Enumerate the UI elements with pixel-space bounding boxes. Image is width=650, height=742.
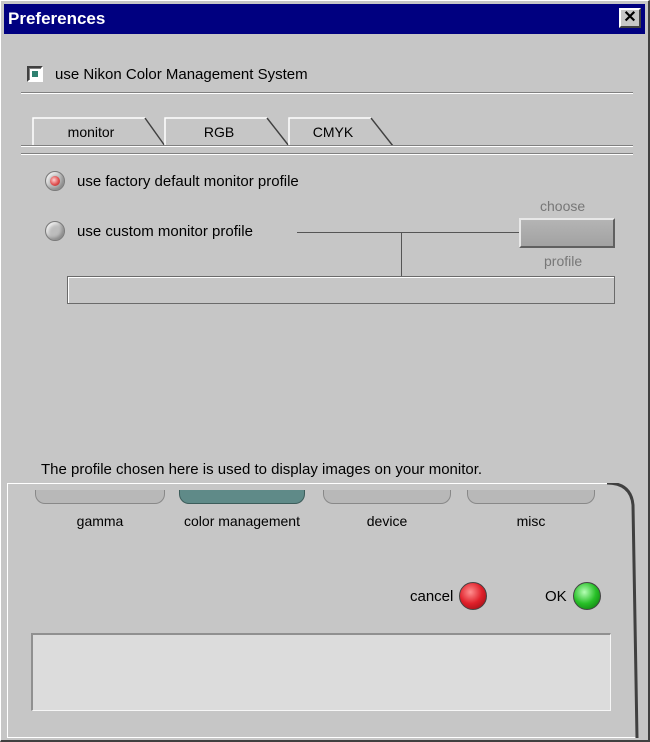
info-box [31,633,611,711]
profile-tabs: monitor RGB CMYK [31,116,631,147]
ok-icon [572,582,601,610]
cancel-label: cancel [410,587,454,605]
panel-tab-misc[interactable] [467,490,595,504]
radio-custom-label: use custom monitor profile [77,222,253,240]
choose-profile-button[interactable] [519,218,615,248]
profile-label: profile [544,253,583,269]
tab-baseline [21,145,633,147]
title-bar[interactable]: Preferences ✕ [4,4,645,34]
radio-factory-profile[interactable]: use factory default monitor profile [45,171,299,191]
tab-baseline-lower [21,153,633,155]
connector-line [297,232,519,233]
tab-rgb[interactable]: RGB [171,116,267,146]
dialog-client: use Nikon Color Management System monito… [7,36,643,738]
close-icon: ✕ [623,9,637,26]
cancel-button[interactable]: cancel [410,582,488,610]
preferences-window: Preferences ✕ use Nikon Color Management… [0,0,650,742]
profile-path-field [67,276,615,304]
panel-tab-color-management[interactable] [179,490,305,504]
ncms-checkbox[interactable] [27,66,43,82]
panel-tab-device[interactable] [323,490,451,504]
ok-label: OK [545,587,567,605]
radio-factory-button[interactable] [45,171,65,191]
connector-stem [401,232,402,276]
choose-label: choose [540,198,586,214]
ncms-label: use Nikon Color Management System [55,65,308,83]
cancel-icon [459,582,488,610]
panel-tab-gamma[interactable] [35,490,165,504]
window-title: Preferences [8,9,106,28]
panel-tab-color-management-label: color management [184,513,300,529]
tab-cmyk-label: CMYK [312,124,354,140]
radio-custom-button[interactable] [45,221,65,241]
tab-cmyk[interactable]: CMYK [293,116,373,146]
hint-text: The profile chosen here is used to displ… [41,461,483,478]
tab-rgb-label: RGB [203,124,235,140]
radio-factory-label: use factory default monitor profile [77,172,299,190]
panel-tab-device-label: device [366,513,408,529]
tab-monitor-label: monitor [67,124,115,140]
panel-tab-gamma-label: gamma [76,513,124,529]
divider [21,92,633,94]
radio-custom-profile[interactable]: use custom monitor profile [45,221,253,241]
ncms-row[interactable]: use Nikon Color Management System [27,64,308,84]
tab-monitor[interactable]: monitor [37,116,145,146]
panel-tab-misc-label: misc [516,513,546,529]
close-button[interactable]: ✕ [619,8,641,28]
ok-button[interactable]: OK [545,582,601,610]
